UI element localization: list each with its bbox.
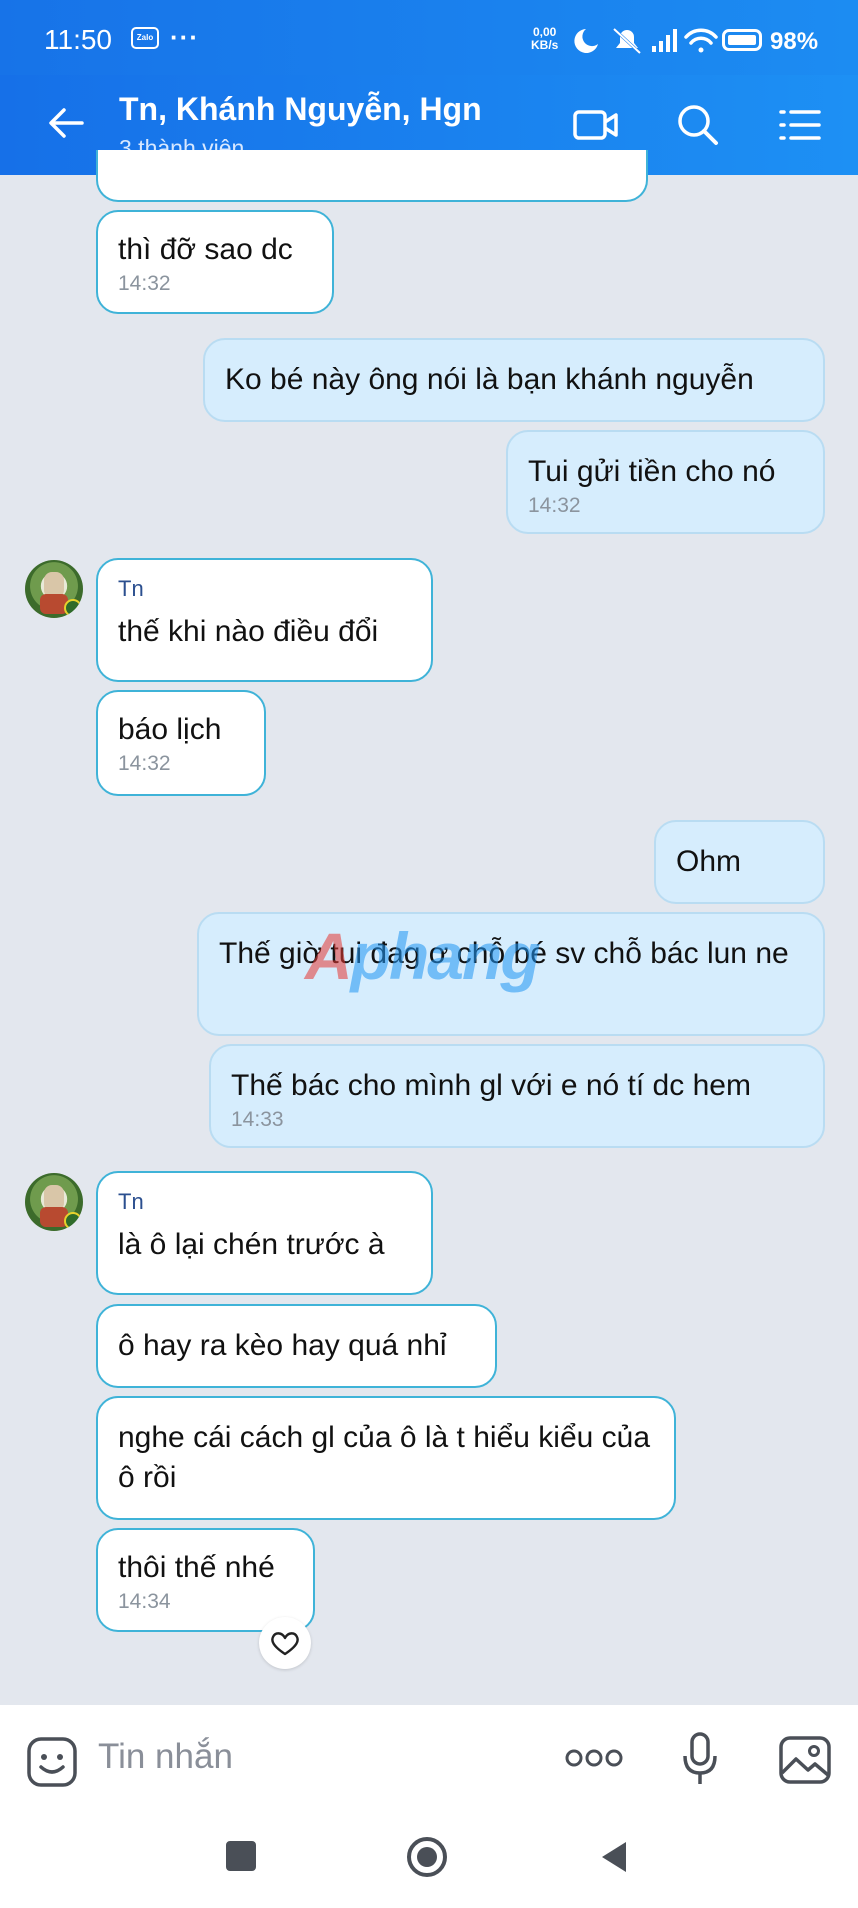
- watermark-rest: phang: [350, 919, 541, 993]
- image-gallery-icon[interactable]: [778, 1735, 832, 1785]
- recent-apps-icon[interactable]: [226, 1841, 256, 1871]
- message-bubble[interactable]: Tn là ô lại chén trước à: [96, 1171, 433, 1295]
- message-time: 14:32: [118, 272, 171, 295]
- message-bubble[interactable]: Tui gửi tiền cho nó 14:32: [506, 430, 825, 534]
- mute-bell-icon: [612, 27, 642, 55]
- message-text: Thế bác cho mình gl với e nó tí dc hem: [231, 1069, 751, 1102]
- avatar[interactable]: [25, 1173, 83, 1231]
- system-navigation-bar: [0, 1815, 858, 1908]
- message-bubble[interactable]: Tn thế khi nào điều đổi: [96, 558, 433, 682]
- speed-unit: KB/s: [531, 38, 559, 52]
- message-bubble[interactable]: thì đỡ sao dc 14:32: [96, 210, 334, 314]
- message-text: Tui gửi tiền cho nó: [528, 455, 776, 488]
- network-speed: 0,00 KB/s: [531, 26, 558, 52]
- message-bubble[interactable]: Thế bác cho mình gl với e nó tí dc hem 1…: [209, 1044, 825, 1148]
- zalo-notification-icon: Zalo: [131, 27, 159, 49]
- message-time: 14:33: [231, 1108, 284, 1131]
- video-call-icon[interactable]: [571, 100, 621, 150]
- sticker-icon[interactable]: [26, 1736, 78, 1788]
- status-time: 11:50: [44, 24, 112, 55]
- conversation-title[interactable]: Tn, Khánh Nguyễn, Hgn: [119, 91, 482, 128]
- home-button-icon[interactable]: [405, 1835, 449, 1879]
- back-arrow-icon[interactable]: [44, 101, 88, 145]
- message-time: 14:32: [528, 494, 581, 517]
- message-bubble[interactable]: ô hay ra kèo hay quá nhỉ: [96, 1304, 497, 1388]
- composer-bar: Tin nhắn: [0, 1705, 858, 1815]
- microphone-icon[interactable]: [680, 1731, 720, 1787]
- status-icons: [574, 27, 718, 55]
- message-text: thì đỡ sao dc: [118, 233, 293, 266]
- sender-name: Tn: [118, 1189, 144, 1214]
- message-bubble[interactable]: Ohm: [654, 820, 825, 904]
- message-text: báo lịch: [118, 713, 222, 746]
- watermark-logo: Aphang: [305, 918, 541, 994]
- watermark-first: A: [305, 919, 353, 993]
- message-bubble[interactable]: nghe cái cách gl của ô là t hiểu kiểu củ…: [96, 1396, 676, 1520]
- moon-icon: [574, 29, 598, 53]
- avatar[interactable]: [25, 560, 83, 618]
- message-time: 14:32: [118, 752, 171, 775]
- more-options-icon[interactable]: [565, 1743, 623, 1773]
- message-text: ô hay ra kèo hay quá nhỉ: [118, 1329, 447, 1362]
- sender-name: Tn: [118, 576, 144, 601]
- battery-icon: [722, 29, 762, 51]
- message-text: Ko bé này ông nói là bạn khánh nguyễn: [225, 363, 754, 396]
- status-bar: 11:50 Zalo ··· 0,00 KB/s 98%: [0, 0, 858, 75]
- search-icon[interactable]: [673, 100, 723, 150]
- message-text: là ô lại chén trước à: [118, 1228, 385, 1261]
- back-nav-icon[interactable]: [598, 1839, 630, 1875]
- message-bubble[interactable]: Ko bé này ông nói là bạn khánh nguyễn: [203, 338, 825, 422]
- message-time: 14:34: [118, 1590, 171, 1613]
- message-text: Ohm: [676, 845, 742, 878]
- message-text[interactable]: thế khi nào điều đổi: [118, 612, 411, 652]
- heart-icon: [271, 1632, 299, 1656]
- battery-percent: 98%: [770, 28, 819, 55]
- react-heart-button[interactable]: [259, 1617, 311, 1669]
- message-bubble[interactable]: báo lịch 14:32: [96, 690, 266, 796]
- signal-icon: [652, 29, 677, 52]
- message-input[interactable]: Tin nhắn: [98, 1737, 233, 1777]
- wifi-icon: [684, 28, 718, 53]
- message-bubble-partial[interactable]: [96, 150, 648, 202]
- message-text: nghe cái cách gl của ô là t hiểu kiểu củ…: [118, 1421, 651, 1494]
- message-text: thôi thế nhé: [118, 1551, 275, 1584]
- more-notifications-icon: ···: [170, 22, 199, 52]
- menu-list-icon[interactable]: [775, 100, 825, 150]
